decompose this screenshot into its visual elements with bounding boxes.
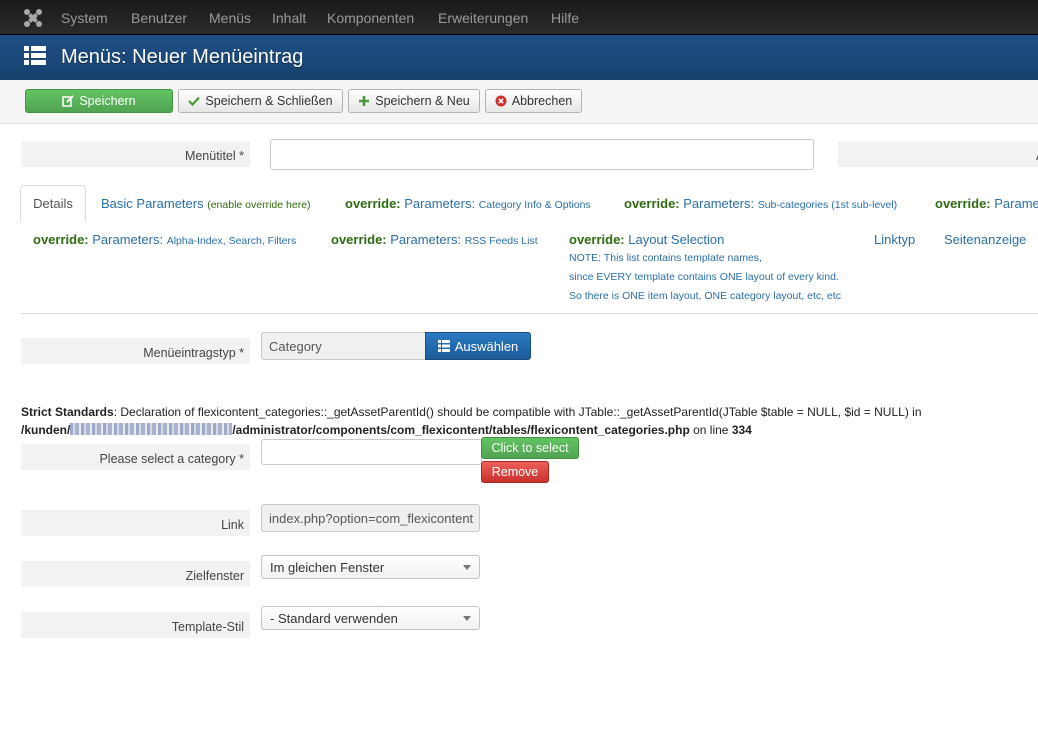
menutitle-input[interactable]	[270, 139, 814, 170]
target-window-value: Im gleichen Fenster	[270, 559, 385, 575]
tab-seitenanzeige[interactable]: Seitenanzeige	[944, 232, 1026, 247]
target-window-label: Zielfenster	[21, 561, 250, 587]
list-icon	[24, 46, 46, 65]
layout-note-line: So there is ONE item layout, ONE categor…	[569, 290, 841, 302]
save-label: Speichern	[79, 94, 136, 108]
tab-basic-note: (enable override here)	[207, 199, 311, 211]
tab-basic-main: Basic Parameters	[101, 196, 204, 211]
joomla-logo-icon[interactable]	[22, 7, 44, 29]
nav-menus[interactable]: Menüs	[209, 10, 251, 26]
click-to-select-button[interactable]: Click to select	[481, 437, 579, 459]
list-icon	[437, 340, 450, 352]
select-menutype-label: Auswählen	[454, 338, 519, 354]
override-label: override:	[624, 196, 680, 211]
override-label: override:	[569, 232, 625, 247]
tab-main: Parameters:	[404, 196, 476, 211]
layout-note-line: NOTE: This list contains template names,	[569, 252, 762, 264]
save-new-label: Speichern & Neu	[375, 94, 470, 108]
link-label: Link	[21, 510, 250, 536]
tab-details[interactable]: Details	[20, 185, 86, 222]
tab-main: Parameters:	[683, 196, 755, 211]
cancel-circle-icon	[495, 95, 507, 107]
tab-main: Parame	[994, 196, 1038, 211]
nav-komponenten[interactable]: Komponenten	[327, 10, 414, 26]
tab-divider	[20, 313, 1038, 314]
category-input[interactable]	[261, 439, 482, 465]
page-title: Menüs: Neuer Menüeintrag	[61, 46, 304, 68]
save-close-label: Speichern & Schließen	[205, 94, 333, 108]
select-menutype-button[interactable]: Auswählen	[425, 332, 531, 360]
tab-main: Parameters:	[92, 232, 164, 247]
menutitle-label: Menütitel *	[21, 141, 250, 167]
menutype-input: Category	[261, 332, 427, 360]
edit-icon	[62, 95, 75, 107]
nav-benutzer[interactable]: Benutzer	[131, 10, 187, 26]
tab-layout-selection[interactable]: override: Layout Selection	[569, 232, 724, 247]
tab-basic-parameters[interactable]: Basic Parameters (enable override here)	[101, 196, 311, 211]
strict-standards-warning: Strict Standards: Declaration of flexico…	[21, 403, 1031, 439]
page-header: Menüs: Neuer Menüeintrag	[0, 35, 1038, 80]
nav-erweiterungen[interactable]: Erweiterungen	[438, 10, 528, 26]
plus-icon	[359, 96, 370, 106]
cancel-label: Abbrechen	[511, 94, 573, 108]
redacted-path	[70, 423, 233, 435]
tab-parameters-truncated[interactable]: override: Parame	[935, 196, 1038, 211]
template-style-value: - Standard verwenden	[270, 610, 398, 626]
tab-rss-feeds[interactable]: override: Parameters: RSS Feeds List	[331, 232, 538, 247]
chevron-down-icon	[463, 616, 471, 621]
menutype-label: Menüeintragstyp *	[21, 338, 250, 364]
tab-small: RSS Feeds List	[464, 235, 538, 247]
nav-system[interactable]: System	[61, 10, 108, 26]
strict-line-number: 334	[731, 423, 752, 437]
toolbar: Speichern Speichern & Schließen Speicher…	[0, 80, 1038, 124]
strict-path-start: /kunden/	[21, 423, 71, 437]
check-icon	[188, 96, 201, 107]
template-style-label: Template-Stil	[21, 612, 250, 638]
remove-button[interactable]: Remove	[481, 461, 549, 483]
save-button[interactable]: Speichern	[25, 89, 173, 113]
template-style-select[interactable]: - Standard verwenden	[261, 606, 480, 630]
target-window-select[interactable]: Im gleichen Fenster	[261, 555, 480, 579]
tab-category-info[interactable]: override: Parameters: Category Info & Op…	[345, 196, 591, 211]
strict-on-line: on line	[689, 423, 732, 437]
cancel-button[interactable]: Abbrechen	[485, 89, 582, 113]
category-label: Please select a category *	[21, 444, 250, 470]
save-close-button[interactable]: Speichern & Schließen	[178, 89, 343, 113]
strict-message: : Declaration of flexicontent_categories…	[113, 405, 922, 419]
nav-hilfe[interactable]: Hilfe	[551, 10, 579, 26]
top-navbar: System Benutzer Menüs Inhalt Komponenten…	[0, 0, 1038, 35]
tab-main: Layout Selection	[628, 232, 725, 247]
override-label: override:	[331, 232, 387, 247]
tab-linktyp[interactable]: Linktyp	[874, 232, 915, 247]
strict-title: Strict Standards	[21, 405, 114, 419]
alias-label: A	[838, 141, 1038, 167]
tab-small: Category Info & Options	[478, 199, 591, 211]
override-label: override:	[345, 196, 401, 211]
layout-note-line: since EVERY template contains ONE layout…	[569, 271, 839, 283]
override-label: override:	[935, 196, 991, 211]
save-new-button[interactable]: Speichern & Neu	[348, 89, 480, 113]
tab-small: Sub-categories (1st sub-level)	[757, 199, 898, 211]
link-input: index.php?option=com_flexicontent	[261, 504, 480, 532]
nav-inhalt[interactable]: Inhalt	[272, 10, 306, 26]
strict-path-end: /administrator/components/com_flexiconte…	[232, 423, 690, 437]
tab-small: Alpha-Index, Search, Filters	[166, 235, 297, 247]
override-label: override:	[33, 232, 89, 247]
tab-alpha-index[interactable]: override: Parameters: Alpha-Index, Searc…	[33, 232, 296, 247]
chevron-down-icon	[463, 565, 471, 570]
tab-subcategories[interactable]: override: Parameters: Sub-categories (1s…	[624, 196, 897, 211]
tab-main: Parameters:	[390, 232, 462, 247]
